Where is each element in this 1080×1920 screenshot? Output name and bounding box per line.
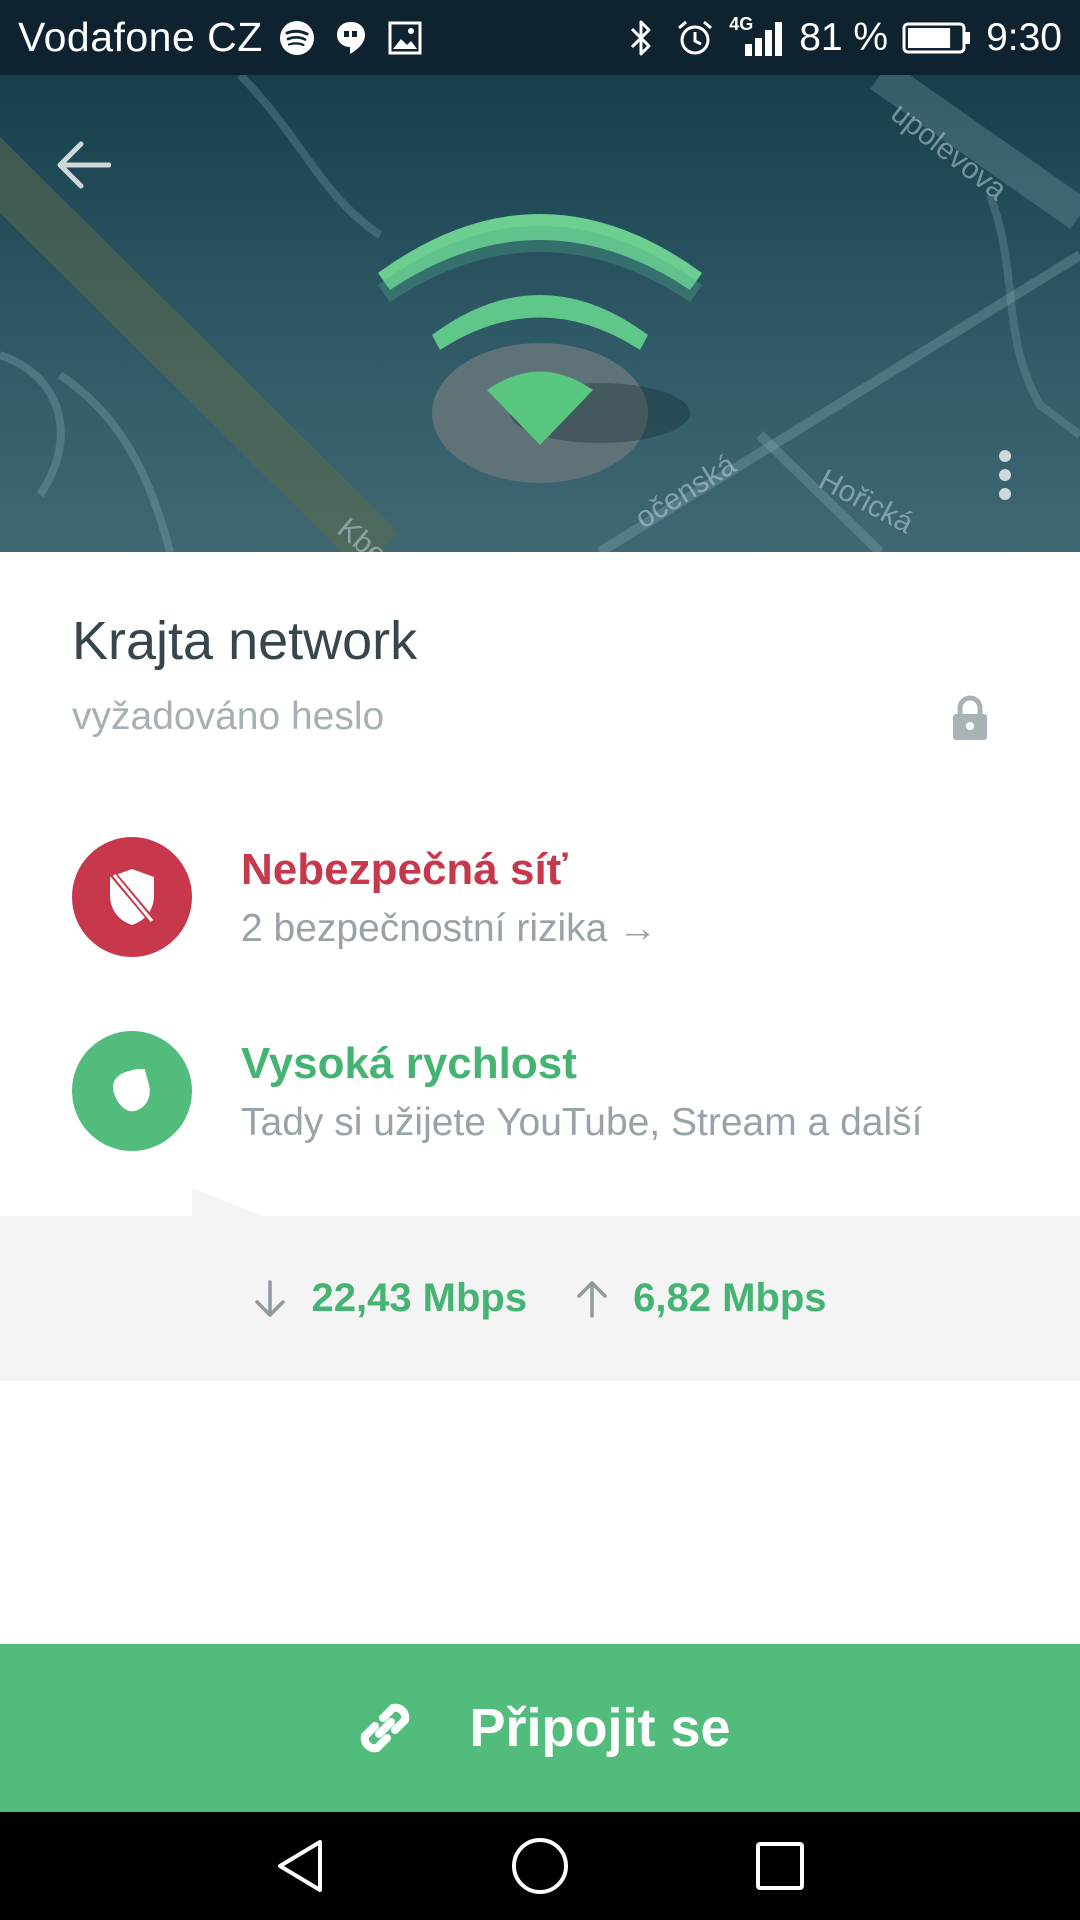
connect-button-label: Připojit se: [469, 1698, 731, 1758]
upload-speed: 6,82 Mbps: [575, 1276, 827, 1321]
arrow-left-icon: [57, 141, 111, 189]
alarm-icon: [675, 18, 715, 58]
speed-rating-row: Vysoká rychlost Tady si užijete YouTube,…: [72, 1031, 1032, 1151]
map-header: upolevova očenská Hořická Kbe: [0, 75, 1080, 552]
speed-bar-notch: [192, 1188, 262, 1216]
nav-home-button[interactable]: [510, 1836, 570, 1896]
nav-back-button[interactable]: [270, 1836, 330, 1896]
lock-icon: [953, 695, 987, 740]
upload-speed-value: 6,82 Mbps: [633, 1276, 827, 1320]
network-security-status: vyžadováno heslo: [72, 695, 385, 738]
carrier-name: Vodafone CZ: [18, 14, 263, 60]
gallery-icon: [385, 18, 425, 58]
signal-icon: 4G: [729, 14, 785, 58]
hangouts-icon: [331, 18, 371, 58]
security-risk-row[interactable]: Nebezpečná síť 2 bezpečnostní rizika →: [72, 837, 1032, 957]
speed-detail: Tady si užijete YouTube, Stream a další: [241, 1101, 923, 1144]
risk-detail-link[interactable]: 2 bezpečnostní rizika →: [241, 907, 657, 951]
connect-button[interactable]: Připojit se: [0, 1644, 1080, 1812]
system-nav-bar: [0, 1812, 1080, 1920]
speed-results: 22,43 Mbps 6,82 Mbps: [0, 1188, 1080, 1381]
network-type-label: 4G: [729, 13, 754, 34]
risk-circle: [72, 837, 192, 957]
more-vertical-icon: [999, 450, 1011, 500]
nav-recents-icon: [756, 1842, 804, 1890]
battery-icon: [902, 18, 972, 58]
link-icon: [361, 1703, 410, 1753]
nav-recents-button[interactable]: [750, 1836, 810, 1896]
clock: 9:30: [986, 15, 1062, 59]
speed-title: Vysoká rychlost: [241, 1039, 577, 1088]
arrow-up-icon: [577, 1280, 607, 1318]
nav-home-icon: [512, 1838, 568, 1894]
back-button[interactable]: [48, 130, 118, 200]
speedometer-icon: [113, 1069, 150, 1112]
download-speed-value: 22,43 Mbps: [311, 1276, 528, 1320]
nav-back-icon: [278, 1840, 322, 1892]
network-name: Krajta network: [72, 611, 418, 671]
download-speed: 22,43 Mbps: [253, 1276, 527, 1321]
speed-circle: [72, 1031, 192, 1151]
spotify-icon: [277, 18, 317, 58]
bluetooth-icon: [621, 18, 661, 58]
battery-fill: [908, 27, 951, 48]
status-bar: Vodafone CZ 4G 81 % 9:30: [0, 0, 1080, 75]
battery-percent: 81 %: [799, 15, 889, 59]
shield-off-icon: [109, 869, 157, 926]
risk-title: Nebezpečná síť: [241, 845, 568, 894]
arrow-down-icon: [255, 1279, 286, 1317]
more-options-button[interactable]: [985, 435, 1025, 515]
